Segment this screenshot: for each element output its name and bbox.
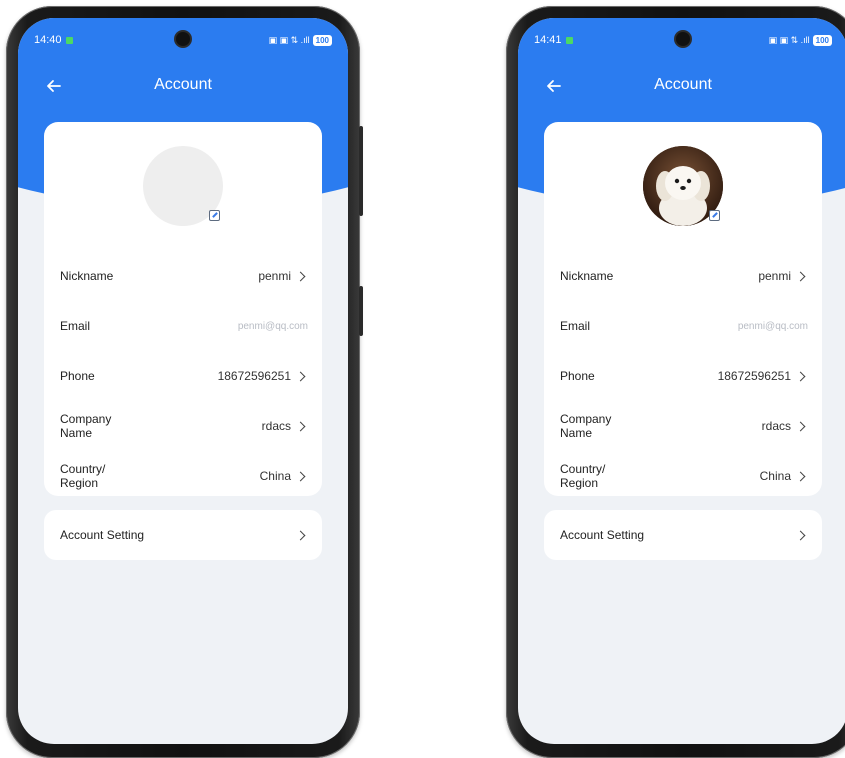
row-label: Company Name	[560, 412, 612, 440]
chevron-right-icon	[295, 371, 306, 381]
page-title: Account	[654, 76, 712, 93]
power-button	[359, 286, 363, 336]
chevron-right-icon	[795, 471, 806, 481]
account-setting-card[interactable]: Account Setting	[44, 510, 322, 560]
status-time: 14:41	[534, 34, 562, 46]
row-company[interactable]: Company Name rdacs	[60, 406, 308, 446]
row-phone[interactable]: Phone 18672596251	[60, 356, 308, 396]
row-value: penmi	[258, 269, 291, 283]
chevron-right-icon	[795, 371, 806, 381]
app-bar: Account	[518, 72, 845, 102]
status-icons: ▣ ▣ ⇅ .ıll	[268, 34, 310, 45]
row-label: Email	[60, 319, 91, 333]
row-value: rdacs	[761, 419, 791, 433]
notification-icon	[565, 36, 573, 44]
row-value: 18672596251	[717, 369, 791, 383]
row-label: Nickname	[60, 269, 114, 283]
front-camera	[676, 32, 690, 46]
volume-button	[359, 126, 363, 216]
chevron-right-icon	[795, 421, 806, 431]
screen-left: 14:40 ▣ ▣ ⇅ .ıll 100 Account Nickname pe…	[18, 18, 348, 744]
chevron-right-icon	[295, 530, 306, 540]
row-label: Account Setting	[60, 528, 145, 542]
row-label: Country/ Region	[560, 462, 606, 490]
chevron-right-icon	[295, 421, 306, 431]
row-nickname[interactable]: Nickname penmi	[560, 256, 808, 296]
notification-icon	[65, 36, 73, 44]
row-value: China	[759, 469, 791, 483]
chevron-right-icon	[295, 471, 306, 481]
screen-right: 14:41 ▣ ▣ ⇅ .ıll 100 Account Nickname pe…	[518, 18, 845, 744]
row-label: Country/ Region	[60, 462, 106, 490]
row-value: penmi	[758, 269, 791, 283]
row-phone[interactable]: Phone 18672596251	[560, 356, 808, 396]
chevron-right-icon	[795, 530, 806, 540]
battery-icon: 100	[312, 34, 332, 46]
battery-icon: 100	[812, 34, 832, 46]
profile-card: Nickname penmi Email penmi@qq.com Phone …	[544, 122, 822, 496]
row-email: Email penmi@qq.com	[560, 306, 808, 346]
chevron-right-icon	[295, 271, 306, 281]
account-setting-card[interactable]: Account Setting	[544, 510, 822, 560]
row-country[interactable]: Country/ Region China	[560, 456, 808, 496]
row-nickname[interactable]: Nickname penmi	[60, 256, 308, 296]
row-value: rdacs	[261, 419, 291, 433]
row-company[interactable]: Company Name rdacs	[560, 406, 808, 446]
row-label: Nickname	[560, 269, 614, 283]
row-country[interactable]: Country/ Region China	[60, 456, 308, 496]
edit-avatar-icon[interactable]	[709, 210, 720, 221]
row-value: penmi@qq.com	[237, 320, 308, 332]
page-title: Account	[154, 76, 212, 93]
row-label: Account Setting	[560, 528, 645, 542]
chevron-right-icon	[795, 271, 806, 281]
edit-avatar-icon[interactable]	[209, 210, 220, 221]
status-icons: ▣ ▣ ⇅ .ıll	[768, 34, 810, 45]
row-label: Email	[560, 319, 591, 333]
row-value: penmi@qq.com	[737, 320, 808, 332]
phone-frame-left: 14:40 ▣ ▣ ⇅ .ıll 100 Account Nickname pe…	[6, 6, 363, 758]
profile-card: Nickname penmi Email penmi@qq.com Phone …	[44, 122, 322, 496]
status-time: 14:40	[34, 34, 62, 46]
row-account-setting[interactable]: Account Setting	[560, 515, 808, 555]
row-label: Company Name	[60, 412, 112, 440]
phone-frame-right: 14:41 ▣ ▣ ⇅ .ıll 100 Account Nickname pe…	[506, 6, 845, 758]
row-account-setting[interactable]: Account Setting	[60, 515, 308, 555]
app-bar: Account	[18, 72, 348, 102]
row-value: 18672596251	[217, 369, 291, 383]
row-value: China	[259, 469, 291, 483]
row-label: Phone	[60, 369, 95, 383]
front-camera	[176, 32, 190, 46]
row-email: Email penmi@qq.com	[60, 306, 308, 346]
row-label: Phone	[560, 369, 595, 383]
